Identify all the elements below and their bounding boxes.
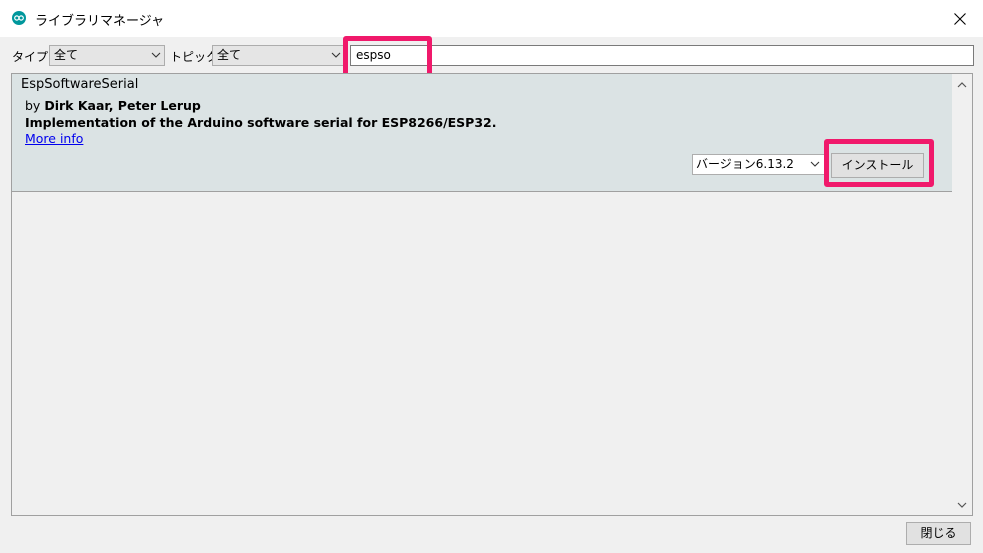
type-select-value: 全て: [54, 48, 79, 62]
chevron-down-icon: [151, 52, 161, 58]
chevron-down-icon: [810, 161, 820, 167]
close-button[interactable]: 閉じる: [906, 522, 971, 545]
topic-select[interactable]: 全て: [212, 45, 345, 66]
window-close-button[interactable]: [937, 0, 983, 37]
chevron-down-icon: [331, 52, 341, 58]
version-select[interactable]: バージョン6.13.2: [692, 154, 825, 175]
chevron-down-icon: [957, 502, 967, 508]
more-info-link[interactable]: More info: [25, 131, 83, 146]
search-input-value: espso: [356, 48, 391, 62]
filter-toolbar: タイプ 全て トピック 全て espso: [0, 37, 983, 73]
install-button[interactable]: インストール: [831, 153, 924, 178]
topic-label: トピック: [170, 50, 219, 64]
search-input[interactable]: espso: [350, 45, 974, 66]
close-icon: [954, 12, 966, 25]
topic-select-value: 全て: [217, 48, 242, 62]
type-select[interactable]: 全て: [49, 45, 165, 66]
author-prefix: by: [25, 98, 41, 113]
library-manager-window: ライブラリマネージャ タイプ 全て トピック 全て espso EspSoftw…: [0, 0, 983, 553]
chevron-up-icon: [957, 81, 967, 87]
arduino-logo-icon: [12, 11, 26, 25]
scroll-down-button[interactable]: [952, 495, 972, 515]
version-select-value: バージョン6.13.2: [696, 157, 794, 171]
library-list: EspSoftwareSerial by Dirk Kaar, Peter Le…: [11, 73, 973, 516]
library-description: Implementation of the Arduino software s…: [25, 115, 497, 130]
title-bar: ライブラリマネージャ: [0, 0, 983, 37]
vertical-scrollbar[interactable]: [952, 74, 972, 515]
scroll-up-button[interactable]: [952, 74, 972, 94]
window-title: ライブラリマネージャ: [35, 14, 165, 29]
library-name: EspSoftwareSerial: [21, 77, 139, 92]
type-label: タイプ: [12, 50, 49, 64]
author-names: Dirk Kaar, Peter Lerup: [44, 98, 201, 113]
library-item[interactable]: EspSoftwareSerial by Dirk Kaar, Peter Le…: [12, 74, 952, 192]
library-author: by Dirk Kaar, Peter Lerup: [25, 98, 201, 113]
